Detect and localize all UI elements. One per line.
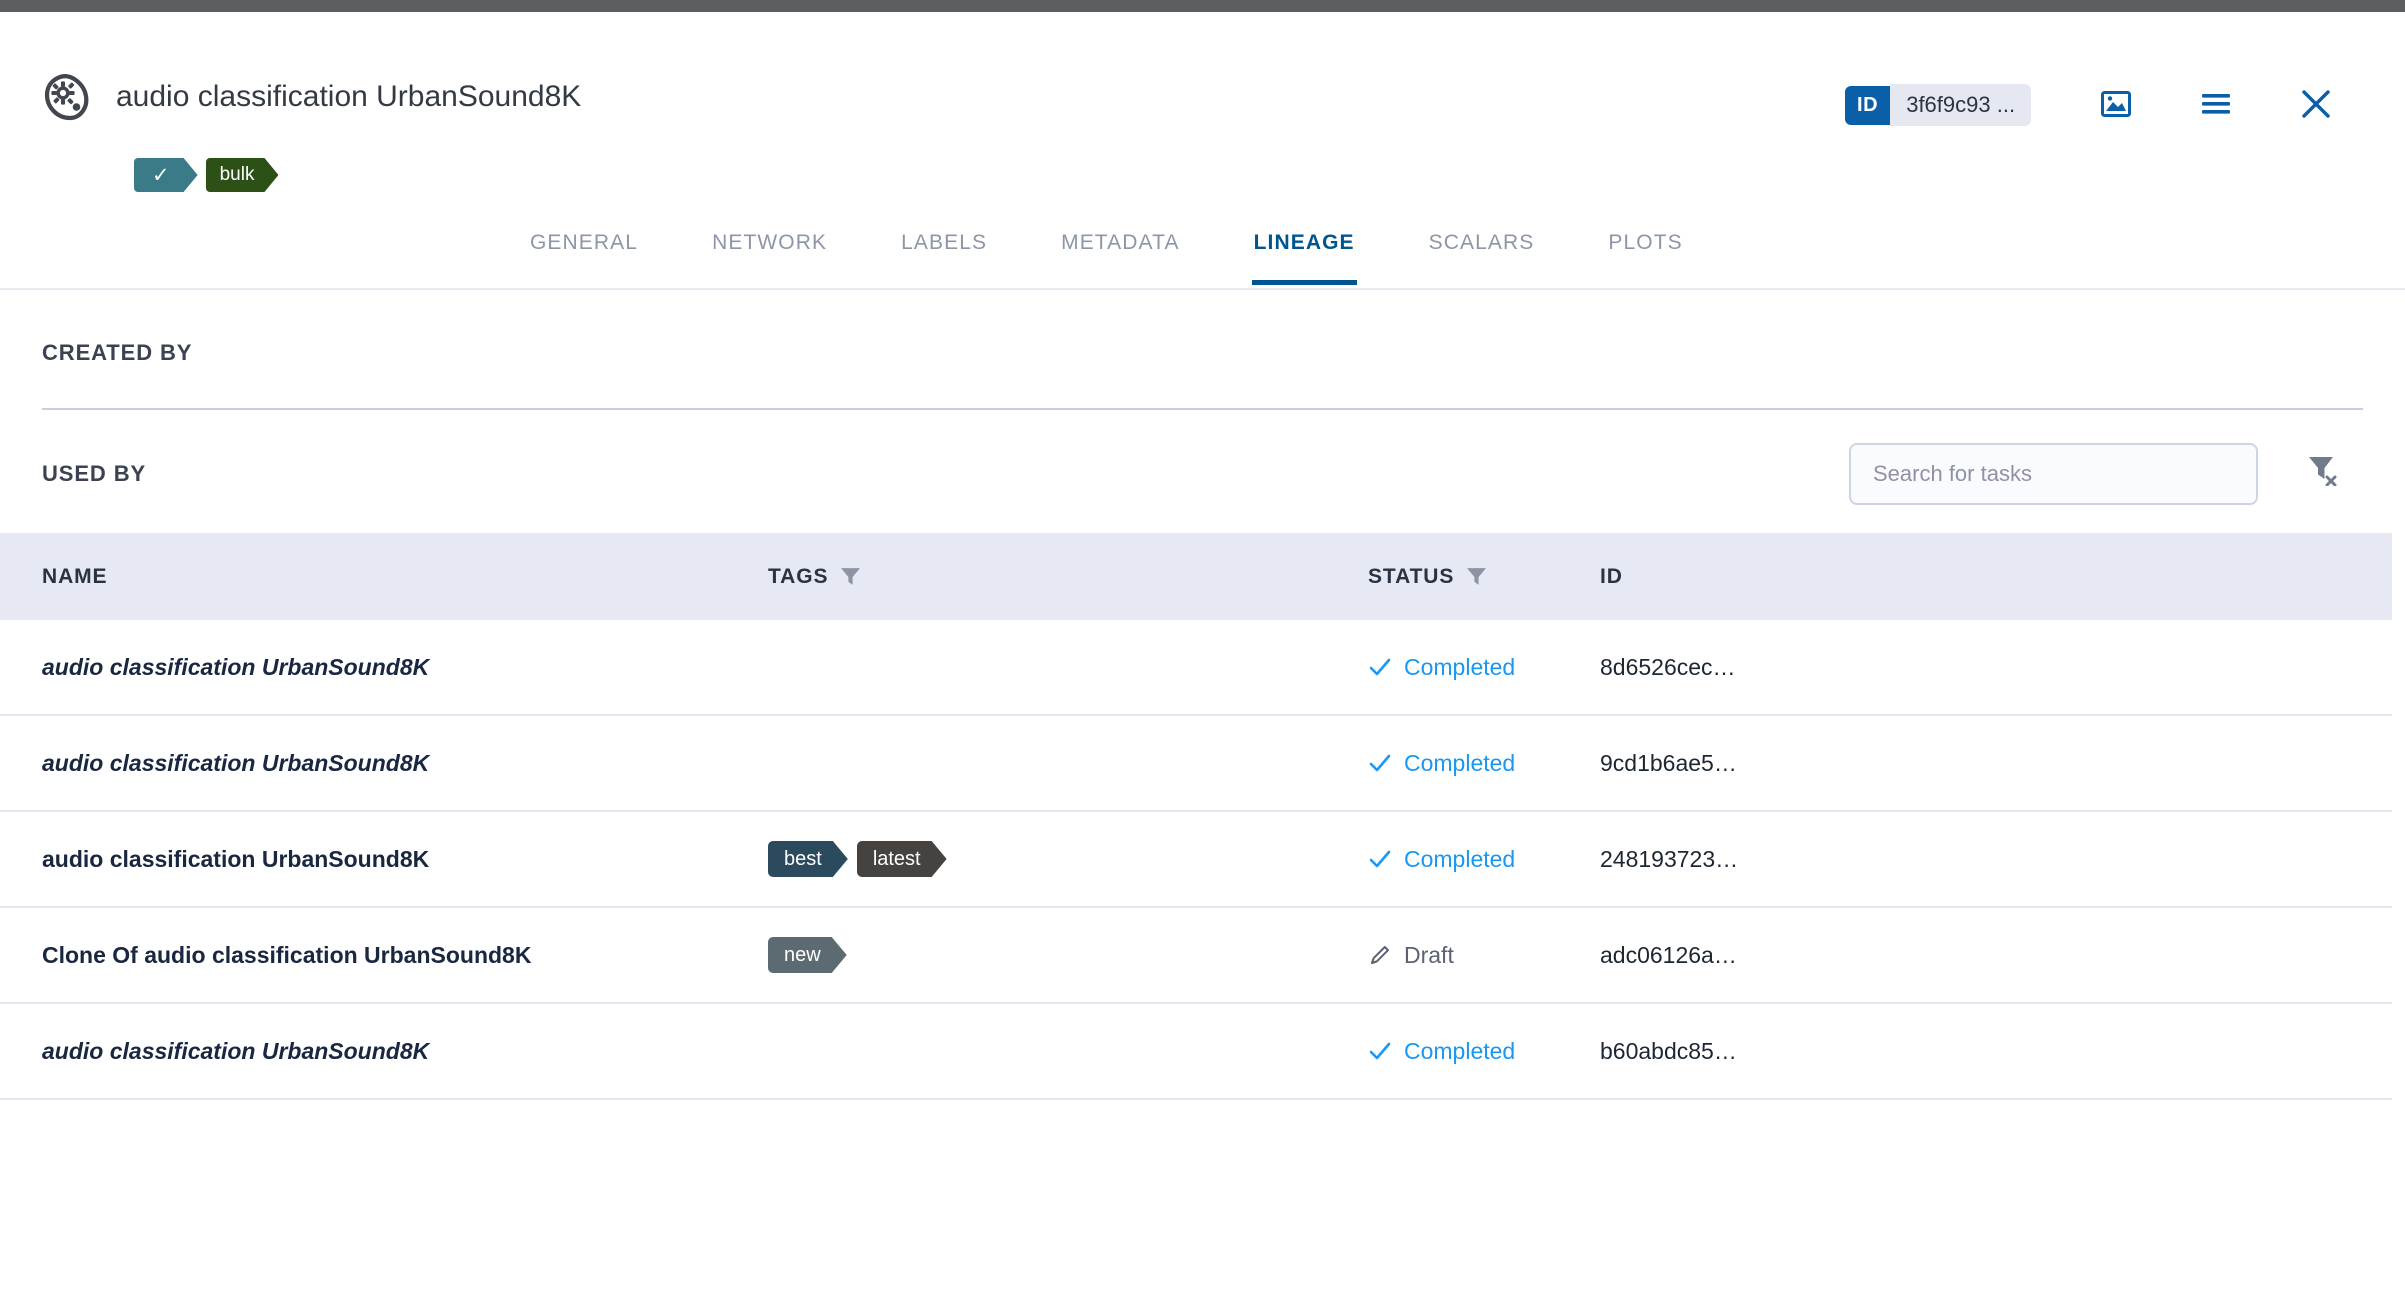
row-status: Draft [1368, 942, 1600, 969]
tab-general[interactable]: GENERAL [530, 217, 638, 285]
tab-plots[interactable]: PLOTS [1608, 217, 1682, 285]
row-id[interactable]: 9cd1b6ae5… [1600, 750, 2100, 777]
id-badge[interactable]: ID 3f6f9c93 ... [1845, 84, 2031, 126]
row-tags: bestlatest [768, 841, 1368, 877]
search-wrapper [1849, 443, 2258, 505]
row-status-label: Completed [1404, 846, 1515, 873]
check-icon [1368, 751, 1392, 775]
status-check-tag[interactable]: ✓ [134, 158, 198, 192]
task-details-panel: DRAFT [0, 0, 2405, 1301]
row-tag-chip[interactable]: best [768, 841, 848, 877]
used-by-title: USED BY [42, 461, 146, 487]
row-name[interactable]: audio classification UrbanSound8K [0, 750, 768, 777]
column-header-status[interactable]: STATUS [1368, 565, 1600, 589]
table-row[interactable]: audio classification UrbanSound8K Complet… [0, 716, 2392, 812]
search-input[interactable] [1849, 443, 2258, 505]
row-status: Completed [1368, 1038, 1600, 1065]
column-header-status-label: STATUS [1368, 565, 1454, 589]
image-preview-icon[interactable] [2100, 88, 2132, 125]
column-header-id[interactable]: ID [1600, 565, 2100, 589]
tab-lineage[interactable]: LINEAGE [1254, 217, 1355, 285]
tab-bar: GENERAL NETWORK LABELS METADATA LINEAGE … [0, 217, 2405, 290]
used-by-table: NAME TAGS STATUS ID audio class [0, 533, 2392, 1100]
row-id[interactable]: b60abdc85… [1600, 1038, 2100, 1065]
created-by-title: CREATED BY [42, 340, 192, 366]
row-tag-chip[interactable]: new [768, 937, 847, 973]
window-top-strip [0, 0, 2405, 12]
row-status-label: Completed [1404, 750, 1515, 777]
tab-metadata[interactable]: METADATA [1061, 217, 1179, 285]
tab-labels[interactable]: LABELS [901, 217, 987, 285]
row-id[interactable]: 248193723… [1600, 846, 2100, 873]
dataview-icon [40, 70, 94, 124]
check-icon [1368, 847, 1392, 871]
column-header-tags[interactable]: TAGS [768, 565, 1368, 589]
created-by-section: CREATED BY [0, 290, 2405, 409]
row-name[interactable]: audio classification UrbanSound8K [0, 846, 768, 873]
table-row[interactable]: audio classification UrbanSound8K Complet… [0, 620, 2392, 716]
menu-icon[interactable] [2200, 90, 2232, 123]
row-status: Completed [1368, 750, 1600, 777]
row-id[interactable]: adc06126a… [1600, 942, 2100, 969]
row-tags: new [768, 937, 1368, 973]
close-icon[interactable] [2300, 88, 2332, 125]
row-status-label: Draft [1404, 942, 1454, 969]
column-header-tags-label: TAGS [768, 565, 828, 589]
header-title-row: audio classification UrbanSound8K [40, 70, 581, 124]
row-name[interactable]: audio classification UrbanSound8K [0, 1038, 768, 1065]
check-icon [1368, 655, 1392, 679]
page-title: audio classification UrbanSound8K [116, 80, 581, 114]
tab-scalars[interactable]: SCALARS [1429, 217, 1535, 285]
row-name[interactable]: Clone Of audio classification UrbanSound… [0, 942, 768, 969]
table-header-row: NAME TAGS STATUS ID [0, 533, 2392, 620]
panel-header: audio classification UrbanSound8K ✓ bulk… [0, 12, 2405, 290]
row-id[interactable]: 8d6526cec… [1600, 654, 2100, 681]
table-row[interactable]: Clone Of audio classification UrbanSound… [0, 908, 2392, 1004]
row-status-label: Completed [1404, 1038, 1515, 1065]
table-body: audio classification UrbanSound8K Complet… [0, 620, 2392, 1100]
row-status: Completed [1368, 654, 1600, 681]
check-icon [1368, 1039, 1392, 1063]
id-badge-value: 3f6f9c93 ... [1890, 84, 2031, 126]
header-tag-list: ✓ bulk [134, 158, 278, 192]
tags-filter-icon[interactable] [840, 566, 861, 587]
pencil-icon [1368, 943, 1392, 967]
row-status: Completed [1368, 846, 1600, 873]
row-name[interactable]: audio classification UrbanSound8K [0, 654, 768, 681]
row-tag-chip[interactable]: latest [857, 841, 947, 877]
tab-network[interactable]: NETWORK [712, 217, 827, 285]
column-header-name[interactable]: NAME [0, 565, 768, 589]
clear-filters-icon[interactable] [2305, 452, 2339, 486]
id-badge-prefix: ID [1845, 86, 1890, 125]
status-filter-icon[interactable] [1466, 566, 1487, 587]
bulk-tag[interactable]: bulk [206, 158, 279, 192]
used-by-section: USED BY [0, 410, 2405, 535]
table-row[interactable]: audio classification UrbanSound8K Complet… [0, 1004, 2392, 1100]
table-row[interactable]: audio classification UrbanSound8Kbestlat… [0, 812, 2392, 908]
row-status-label: Completed [1404, 654, 1515, 681]
